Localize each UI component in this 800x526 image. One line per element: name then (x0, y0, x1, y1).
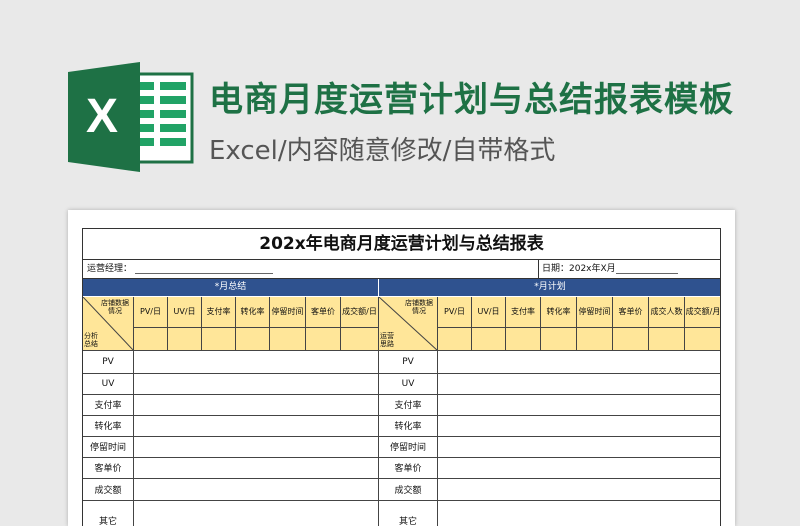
summary-blank-cell[interactable] (168, 328, 202, 351)
table-row: 成交额 成交额 (83, 478, 720, 501)
table-row: 支付率 支付率 (83, 394, 720, 416)
table-title: 202x年电商月度运营计划与总结报表 (83, 229, 720, 260)
page-title: 电商月度运营计划与总结报表模板 (209, 80, 734, 120)
plan-col-header: 客单价 (613, 297, 649, 328)
table-row: PV PV (83, 351, 720, 374)
summary-diagonal-header: 店铺数据情况 分析总结 (83, 297, 134, 351)
plan-col-header: UV/日 (472, 297, 506, 328)
plan-blank-cell[interactable] (649, 328, 685, 351)
plan-diag-bottom: 运营思路 (380, 332, 394, 348)
summary-diag-bottom: 分析总结 (84, 332, 98, 348)
summary-col-header: 成交额/日 (341, 297, 379, 328)
summary-blank-cell[interactable] (306, 328, 341, 351)
plan-blank-cell[interactable] (438, 328, 472, 351)
plan-row-label: PV (379, 351, 438, 373)
date-label: 日期：202x年X月 (542, 264, 616, 274)
plan-col-header: 停留时间 (577, 297, 613, 328)
plan-col-header: 成交人数 (649, 297, 685, 328)
summary-row-label: PV (83, 351, 134, 373)
plan-blank-cell[interactable] (472, 328, 506, 351)
info-divider (538, 260, 539, 278)
summary-col-header: 客单价 (306, 297, 341, 328)
plan-band: *月计划 (379, 279, 720, 296)
summary-col-header: UV/日 (168, 297, 202, 328)
summary-diag-top: 店铺数据情况 (101, 299, 129, 315)
date-input-line[interactable] (616, 273, 678, 274)
manager-label: 运营经理： (87, 264, 133, 274)
plan-blank-cell[interactable] (577, 328, 613, 351)
plan-row-label: 成交额 (379, 478, 438, 500)
page-subtitle: Excel/内容随意修改/自带格式 (209, 136, 556, 166)
summary-blank-cell[interactable] (134, 328, 168, 351)
plan-blank-cell[interactable] (613, 328, 649, 351)
summary-row-label: 其它 (83, 500, 134, 526)
manager-input-line[interactable] (135, 273, 273, 274)
plan-col-header: PV/日 (438, 297, 472, 328)
plan-blank-cell[interactable] (685, 328, 720, 351)
plan-row-label: UV (379, 373, 438, 394)
report-table: 202x年电商月度运营计划与总结报表 运营经理： 日期：202x年X月 *月总结… (82, 228, 721, 526)
plan-col-header: 成交额/月 (685, 297, 720, 328)
summary-col-header: 支付率 (202, 297, 236, 328)
plan-blank-cell[interactable] (506, 328, 541, 351)
plan-blank-cell[interactable] (541, 328, 577, 351)
plan-row-label: 支付率 (379, 394, 438, 415)
excel-logo-icon: X (68, 62, 196, 172)
summary-row-label: UV (83, 373, 134, 394)
summary-row-label: 转化率 (83, 415, 134, 436)
summary-row-label: 客单价 (83, 457, 134, 478)
plan-row-label: 其它 (379, 500, 438, 526)
summary-band: *月总结 (83, 279, 378, 296)
summary-row-label: 停留时间 (83, 436, 134, 457)
summary-col-header: 停留时间 (270, 297, 306, 328)
plan-row-label: 转化率 (379, 415, 438, 436)
table-row: 停留时间 停留时间 (83, 436, 720, 458)
table-row: 其它 其它 (83, 500, 720, 526)
table-row: 客单价 客单价 (83, 457, 720, 479)
plan-row-label: 停留时间 (379, 436, 438, 457)
summary-blank-cell[interactable] (341, 328, 379, 351)
plan-row-label: 客单价 (379, 457, 438, 478)
summary-blank-cell[interactable] (270, 328, 306, 351)
logo-letter: X (86, 90, 118, 143)
summary-col-header: 转化率 (236, 297, 270, 328)
plan-diagonal-header: 店铺数据情况 运营思路 (379, 297, 438, 351)
summary-blank-cell[interactable] (202, 328, 236, 351)
summary-row-label: 成交额 (83, 478, 134, 500)
table-row: 转化率 转化率 (83, 415, 720, 437)
plan-col-header: 支付率 (506, 297, 541, 328)
summary-row-label: 支付率 (83, 394, 134, 415)
plan-col-header: 转化率 (541, 297, 577, 328)
info-row: 运营经理： 日期：202x年X月 (83, 260, 720, 279)
summary-blank-cell[interactable] (236, 328, 270, 351)
plan-diag-top: 店铺数据情况 (405, 299, 433, 315)
table-row: UV UV (83, 373, 720, 395)
summary-col-header: PV/日 (134, 297, 168, 328)
